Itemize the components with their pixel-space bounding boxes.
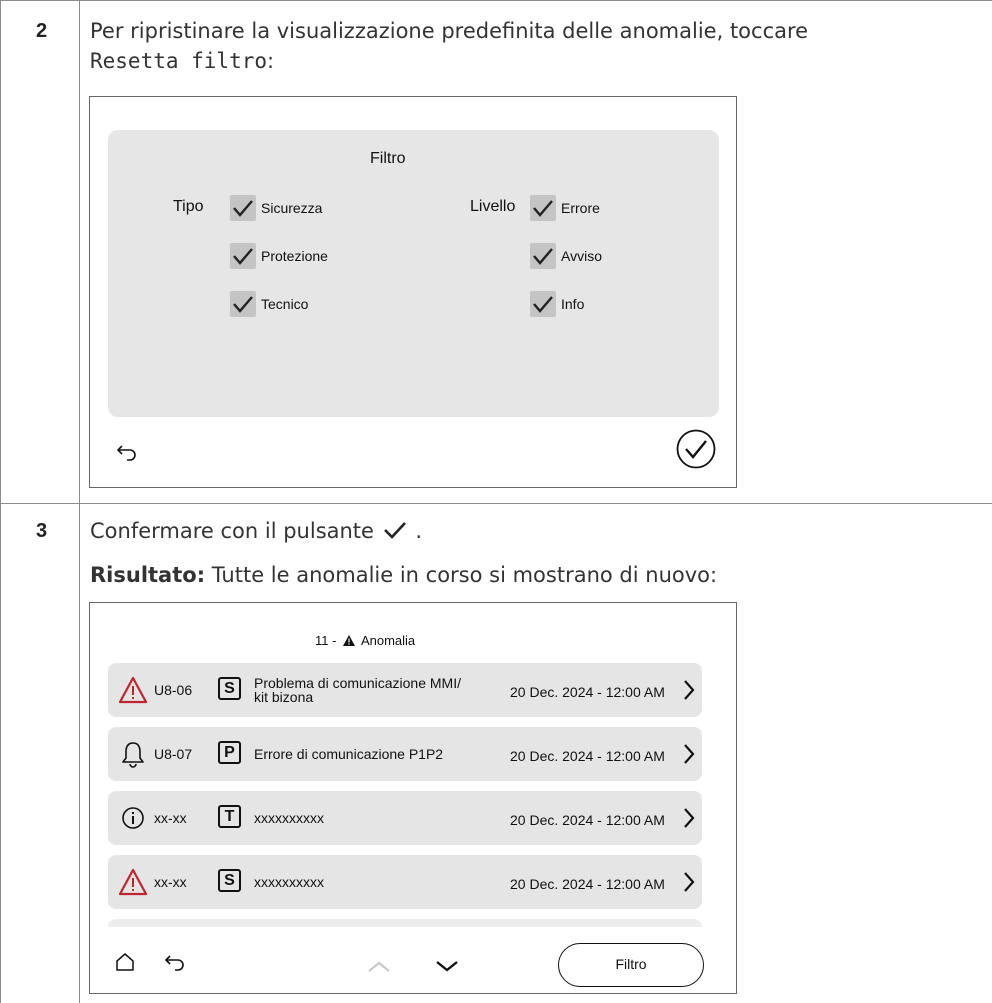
checkbox-errore[interactable]: [530, 195, 556, 221]
home-icon[interactable]: [114, 951, 136, 973]
table-row-divider: [0, 503, 992, 504]
result-label: Risultato:: [90, 563, 206, 587]
fault-row[interactable]: U8-06 S Problema di comunicazione MMI/ k…: [108, 663, 702, 717]
option-label-sicurezza: Sicurezza: [261, 200, 323, 216]
check-icon: [533, 248, 553, 265]
table-top-border: [0, 0, 992, 1]
option-label-protezione: Protezione: [261, 248, 328, 264]
fault-type-badge: S: [218, 677, 241, 700]
fault-description: Problema di comunicazione MMI/ kit bizon…: [254, 676, 461, 704]
tipo-label: Tipo: [173, 198, 204, 215]
filter-button[interactable]: Filtro: [558, 943, 704, 987]
livello-label: Livello: [470, 198, 516, 215]
fault-row[interactable]: xx-xx T xxxxxxxxxx 20 Dec. 2024 - 12:00 …: [108, 791, 702, 845]
chevron-right-icon[interactable]: [683, 679, 695, 701]
chevron-down-icon[interactable]: [434, 959, 460, 973]
fault-title-text: Anomalia: [360, 633, 416, 648]
check-icon: [233, 296, 253, 313]
check-icon: [533, 296, 553, 313]
check-icon: [233, 200, 253, 217]
fault-description-line1: xxxxxxxxxx: [254, 810, 324, 826]
fault-row-partial: [108, 919, 702, 927]
filter-panel: [108, 130, 719, 417]
checkbox-sicurezza[interactable]: [230, 195, 256, 221]
fault-row[interactable]: U8-07 P Errore di comunicazione P1P2 20 …: [108, 727, 702, 781]
result-text: Risultato: Tutte le anomalie in corso si…: [90, 560, 717, 590]
fault-screen-title: 11 - Anomalia: [315, 633, 415, 648]
checkbox-protezione[interactable]: [230, 243, 256, 269]
fault-type-badge: S: [218, 869, 241, 892]
fault-description-line1: xxxxxxxxxx: [254, 874, 324, 890]
warning-triangle-red-icon: [118, 676, 148, 704]
step-text-after: .: [415, 519, 423, 543]
step-number: 2: [36, 20, 48, 42]
fault-row[interactable]: xx-xx S xxxxxxxxxx 20 Dec. 2024 - 12:00 …: [108, 855, 702, 909]
chevron-right-icon[interactable]: [683, 743, 695, 765]
step-text-before: Confermare con il pulsante: [90, 519, 374, 543]
fault-type-badge: P: [218, 741, 241, 764]
step-text: Per ripristinare la visualizzazione pred…: [90, 16, 808, 76]
info-circle-icon: [122, 807, 144, 829]
step-text-before: Per ripristinare la visualizzazione pred…: [90, 19, 809, 43]
checkmark-icon: [383, 522, 406, 539]
step-text-after: :: [267, 49, 275, 73]
bell-icon: [122, 742, 144, 768]
checkbox-avviso[interactable]: [530, 243, 556, 269]
check-icon: [533, 200, 553, 217]
step-text: Confermare con il pulsante .: [90, 516, 422, 546]
fault-date: 20 Dec. 2024 - 12:00 AM: [510, 748, 665, 764]
fault-code: U8-06: [154, 682, 193, 698]
fault-description: xxxxxxxxxx: [254, 875, 324, 889]
warning-triangle-icon: [343, 635, 356, 646]
check-circle-icon[interactable]: [676, 429, 716, 469]
table-column-divider: [79, 0, 80, 1003]
warning-triangle-red-icon: [118, 868, 148, 896]
fault-description-line2: kit bizona: [254, 689, 314, 705]
back-arrow-icon[interactable]: [164, 953, 186, 971]
option-label-errore: Errore: [561, 200, 600, 216]
fault-type-badge: T: [218, 805, 241, 828]
chevron-right-icon[interactable]: [683, 871, 695, 893]
fault-date: 20 Dec. 2024 - 12:00 AM: [510, 876, 665, 892]
fault-code: xx-xx: [154, 810, 187, 826]
fault-date: 20 Dec. 2024 - 12:00 AM: [510, 684, 665, 700]
reset-filter-code: Resetta filtro: [90, 49, 268, 73]
fault-code: U8-07: [154, 746, 193, 762]
filter-title: Filtro: [370, 150, 406, 167]
fault-date: 20 Dec. 2024 - 12:00 AM: [510, 812, 665, 828]
fault-list-screen: 11 - Anomalia U8-06 S Problema di comuni…: [89, 602, 737, 994]
checkbox-tecnico[interactable]: [230, 291, 256, 317]
table-left-border: [0, 0, 1, 1003]
fault-count: 11 -: [315, 633, 337, 648]
option-label-info: Info: [561, 296, 585, 312]
fault-description: xxxxxxxxxx: [254, 811, 324, 825]
back-arrow-icon[interactable]: [116, 443, 138, 461]
step-number: 3: [36, 520, 48, 542]
option-label-tecnico: Tecnico: [261, 296, 309, 312]
fault-code: xx-xx: [154, 874, 187, 890]
check-icon: [233, 248, 253, 265]
chevron-up-icon[interactable]: [366, 959, 392, 973]
fault-description: Errore di comunicazione P1P2: [254, 747, 443, 761]
option-label-avviso: Avviso: [561, 248, 602, 264]
chevron-right-icon[interactable]: [683, 807, 695, 829]
fault-description-line1: Errore di comunicazione P1P2: [254, 746, 444, 762]
filter-screen: Filtro Tipo Livello Sicurezza Protezione…: [89, 96, 737, 488]
result-description: Tutte le anomalie in corso si mostrano d…: [211, 563, 718, 587]
checkbox-info[interactable]: [530, 291, 556, 317]
